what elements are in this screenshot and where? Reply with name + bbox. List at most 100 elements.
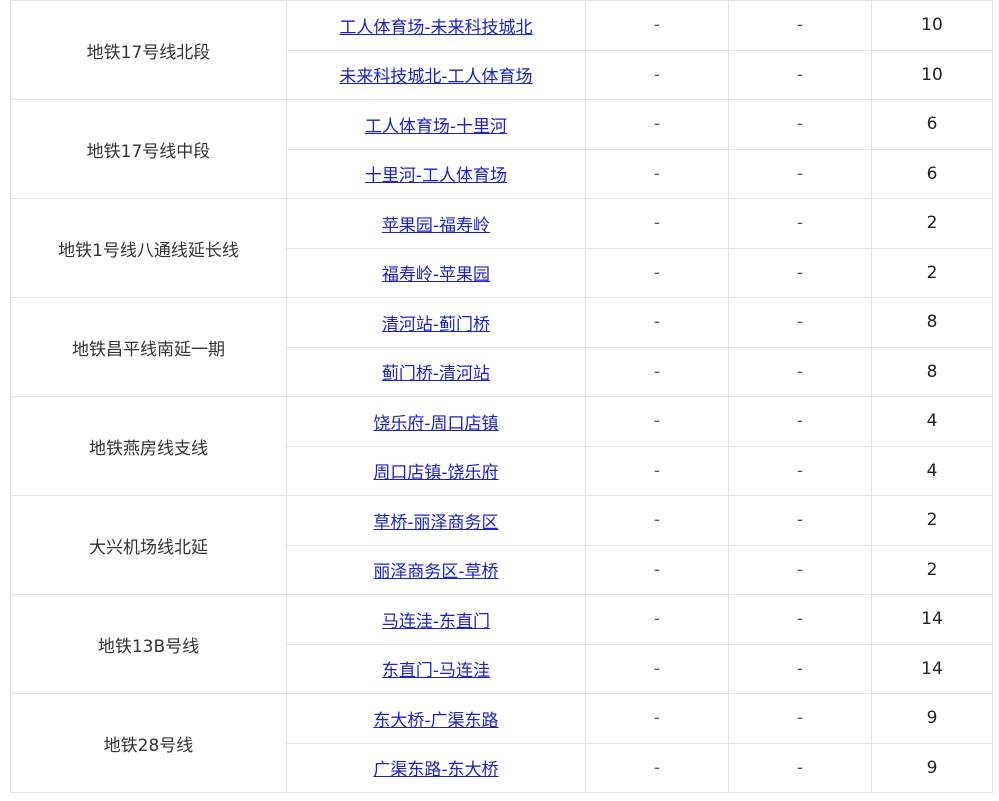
empty-value-cell: - (728, 247, 872, 298)
count-cell: 4 (871, 445, 993, 496)
line-name-cell: 地铁28号线 (10, 693, 287, 793)
route-cell: 广渠东路-东大桥 (286, 742, 586, 793)
empty-value-cell: - (585, 297, 729, 348)
empty-value-cell: - (728, 0, 872, 51)
empty-value-cell: - (728, 495, 872, 546)
empty-value-cell: - (585, 445, 729, 496)
line-name-cell: 地铁1号线八通线延长线 (10, 198, 287, 298)
empty-value-cell: - (585, 544, 729, 595)
count-cell: 8 (871, 346, 993, 397)
route-cell: 东直门-马连洼 (286, 643, 586, 694)
route-link[interactable]: 未来科技城北-工人体育场 (339, 67, 532, 87)
empty-value-cell: - (728, 445, 872, 496)
table-body: 地铁17号线北段 工人体育场-未来科技城北 - -10 未来科技城北-工人体育场 - -10… (10, 0, 993, 793)
route-link[interactable]: 马连洼-东直门 (382, 612, 490, 632)
route-link[interactable]: 清河站-蓟门桥 (382, 315, 490, 335)
table-row: 地铁1号线八通线延长线 苹果园-福寿岭 - -2 (10, 198, 993, 298)
empty-value-cell: - (728, 544, 872, 595)
count-cell: 8 (871, 297, 993, 348)
empty-value-cell: - (585, 742, 729, 793)
route-cell: 工人体育场-十里河 (286, 99, 586, 150)
line-name-cell: 地铁13B号线 (10, 594, 287, 694)
table-row: 地铁17号线中段 工人体育场-十里河 - -6 (10, 99, 993, 199)
empty-value-cell: - (728, 99, 872, 150)
empty-value-cell: - (585, 49, 729, 100)
route-link[interactable]: 工人体育场-未来科技城北 (339, 18, 532, 38)
route-cell: 东大桥-广渠东路 (286, 693, 586, 744)
route-cell: 马连洼-东直门 (286, 594, 586, 645)
empty-value-cell: - (728, 396, 872, 447)
line-name-cell: 地铁17号线北段 (10, 0, 287, 100)
empty-value-cell: - (585, 396, 729, 447)
count-cell: 2 (871, 198, 993, 249)
route-link[interactable]: 工人体育场-十里河 (365, 117, 507, 137)
route-cell: 未来科技城北-工人体育场 (286, 49, 586, 100)
count-cell: 2 (871, 544, 993, 595)
table-row: 地铁昌平线南延一期 清河站-蓟门桥 - -8 (10, 297, 993, 397)
table-row: 大兴机场线北延 草桥-丽泽商务区 - -2 (10, 495, 993, 595)
count-cell: 2 (871, 495, 993, 546)
empty-value-cell: - (585, 247, 729, 298)
table-row: 地铁燕房线支线 饶乐府-周口店镇 - -4 (10, 396, 993, 496)
route-cell: 福寿岭-苹果园 (286, 247, 586, 298)
count-cell: 6 (871, 148, 993, 199)
empty-value-cell: - (585, 346, 729, 397)
bottom-edge (0, 796, 999, 801)
empty-value-cell: - (585, 0, 729, 51)
count-cell: 4 (871, 396, 993, 447)
empty-value-cell: - (728, 594, 872, 645)
line-name-cell: 地铁17号线中段 (10, 99, 287, 199)
count-cell: 10 (871, 0, 993, 51)
subway-routes-table: 地铁17号线北段 工人体育场-未来科技城北 - -10 未来科技城北-工人体育场 - -10… (10, 0, 993, 793)
route-cell: 工人体育场-未来科技城北 (286, 0, 586, 51)
empty-value-cell: - (585, 99, 729, 150)
route-cell: 十里河-工人体育场 (286, 148, 586, 199)
empty-value-cell: - (585, 198, 729, 249)
route-link[interactable]: 十里河-工人体育场 (365, 166, 507, 186)
route-link[interactable]: 东直门-马连洼 (382, 661, 490, 681)
route-cell: 丽泽商务区-草桥 (286, 544, 586, 595)
count-cell: 9 (871, 742, 993, 793)
route-link[interactable]: 草桥-丽泽商务区 (373, 513, 498, 533)
table-row: 地铁13B号线 马连洼-东直门 - -14 (10, 594, 993, 694)
count-cell: 14 (871, 643, 993, 694)
empty-value-cell: - (728, 297, 872, 348)
route-link[interactable]: 广渠东路-东大桥 (373, 760, 498, 780)
route-cell: 苹果园-福寿岭 (286, 198, 586, 249)
page: 地铁17号线北段 工人体育场-未来科技城北 - -10 未来科技城北-工人体育场 - -10… (0, 0, 999, 801)
count-cell: 2 (871, 247, 993, 298)
count-cell: 10 (871, 49, 993, 100)
route-cell: 周口店镇-饶乐府 (286, 445, 586, 496)
route-link[interactable]: 饶乐府-周口店镇 (373, 414, 498, 434)
count-cell: 14 (871, 594, 993, 645)
empty-value-cell: - (585, 495, 729, 546)
empty-value-cell: - (728, 643, 872, 694)
route-link[interactable]: 蓟门桥-清河站 (382, 364, 490, 384)
route-cell: 蓟门桥-清河站 (286, 346, 586, 397)
empty-value-cell: - (728, 742, 872, 793)
empty-value-cell: - (728, 198, 872, 249)
empty-value-cell: - (585, 693, 729, 744)
route-cell: 草桥-丽泽商务区 (286, 495, 586, 546)
empty-value-cell: - (728, 346, 872, 397)
route-link[interactable]: 苹果园-福寿岭 (382, 216, 490, 236)
empty-value-cell: - (585, 643, 729, 694)
line-name-cell: 地铁燕房线支线 (10, 396, 287, 496)
route-link[interactable]: 丽泽商务区-草桥 (373, 562, 498, 582)
route-cell: 饶乐府-周口店镇 (286, 396, 586, 447)
table-row: 地铁28号线 东大桥-广渠东路 - -9 (10, 693, 993, 793)
empty-value-cell: - (728, 148, 872, 199)
empty-value-cell: - (585, 148, 729, 199)
count-cell: 6 (871, 99, 993, 150)
table-row: 地铁17号线北段 工人体育场-未来科技城北 - -10 (10, 0, 993, 100)
count-cell: 9 (871, 693, 993, 744)
empty-value-cell: - (585, 594, 729, 645)
route-link[interactable]: 周口店镇-饶乐府 (373, 463, 498, 483)
route-link[interactable]: 福寿岭-苹果园 (382, 265, 490, 285)
line-name-cell: 大兴机场线北延 (10, 495, 287, 595)
empty-value-cell: - (728, 49, 872, 100)
line-name-cell: 地铁昌平线南延一期 (10, 297, 287, 397)
route-cell: 清河站-蓟门桥 (286, 297, 586, 348)
empty-value-cell: - (728, 693, 872, 744)
route-link[interactable]: 东大桥-广渠东路 (373, 711, 498, 731)
